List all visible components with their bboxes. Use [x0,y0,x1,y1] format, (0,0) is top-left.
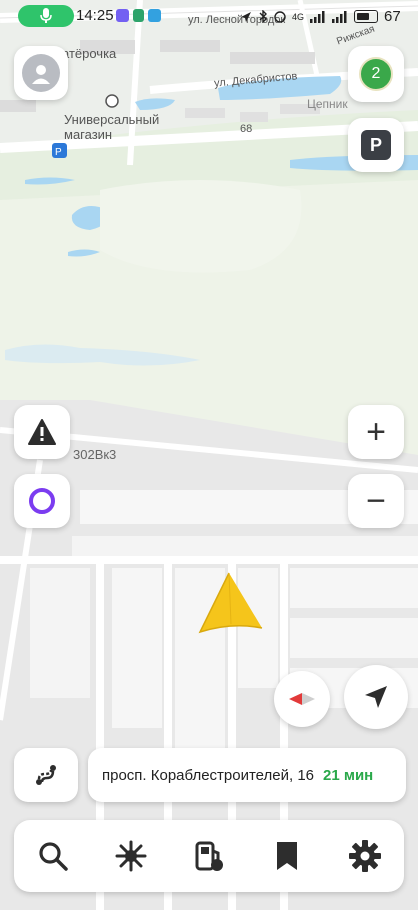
avatar [22,54,60,92]
status-bar: 14:25 4G 67 [0,0,418,34]
zoom-out-button[interactable]: − [348,474,404,528]
bookmarks-icon [277,842,297,870]
my-location-button[interactable] [344,665,408,729]
app-icon [133,9,144,22]
status-time: 14:25 [76,7,114,24]
parking-icon: P [361,130,391,160]
route-icon [36,765,56,785]
route-eta: 21 мин [323,766,374,784]
status-app-icons [116,9,161,22]
tab-settings[interactable] [340,831,390,881]
warning-icon [28,419,56,445]
route-destination: просп. Кораблестроителей, 16 [102,766,315,784]
map-label-building-302: 302Вк3 [73,447,117,462]
status-system-icons: 4G 67 [240,8,401,25]
alarm-icon [274,10,286,23]
compass-button[interactable] [274,671,330,727]
map-label-house-68: 68 [240,123,253,135]
network-type: 4G [292,11,305,22]
mic-indicator[interactable] [18,5,74,27]
location-icon [241,11,251,22]
tab-fuel[interactable] [184,831,234,881]
bluetooth-icon [259,10,267,23]
battery-icon [354,10,379,23]
map-label-tsepnik: Цепник [307,97,348,111]
zoom-out-label: − [366,482,386,520]
bottom-tab-bar [14,820,404,892]
alice-icon [29,488,55,514]
svg-text:P: P [55,147,62,158]
gear-icon [349,840,381,872]
tab-bookmarks[interactable] [262,831,312,881]
notifications-count: 2 [371,65,381,82]
parking-label: P [369,134,382,155]
signal-icon [310,10,325,23]
tab-search[interactable] [28,831,78,881]
viber-icon [116,9,129,22]
map-label-pyaterochka[interactable]: атёрочка [62,46,116,61]
route-options-button[interactable] [14,748,78,802]
compass-icon [289,693,315,705]
microphone-icon [40,8,52,23]
messenger-icon [148,9,161,22]
notifications-button[interactable]: 2 [348,46,404,102]
road-event-button[interactable] [14,405,70,459]
zoom-in-button[interactable]: + [348,405,404,459]
tab-discovery[interactable] [106,831,156,881]
search-icon [39,842,68,871]
zoom-in-label: + [366,413,386,451]
signal-icon-2 [332,10,347,23]
notifications-badge: 2 [359,57,393,91]
route-summary[interactable]: просп. Кораблестроителей, 16 21 мин [88,748,406,802]
map-label-shop[interactable]: Универсальный магазин [64,112,174,142]
battery-level: 67 [384,8,401,25]
user-icon [32,65,50,84]
alice-voice-button[interactable] [14,474,70,528]
location-arrow-icon [365,686,387,708]
parking-button[interactable]: P [348,118,404,172]
profile-button[interactable] [14,46,68,100]
fuel-icon [195,841,223,871]
discovery-icon [115,840,147,872]
